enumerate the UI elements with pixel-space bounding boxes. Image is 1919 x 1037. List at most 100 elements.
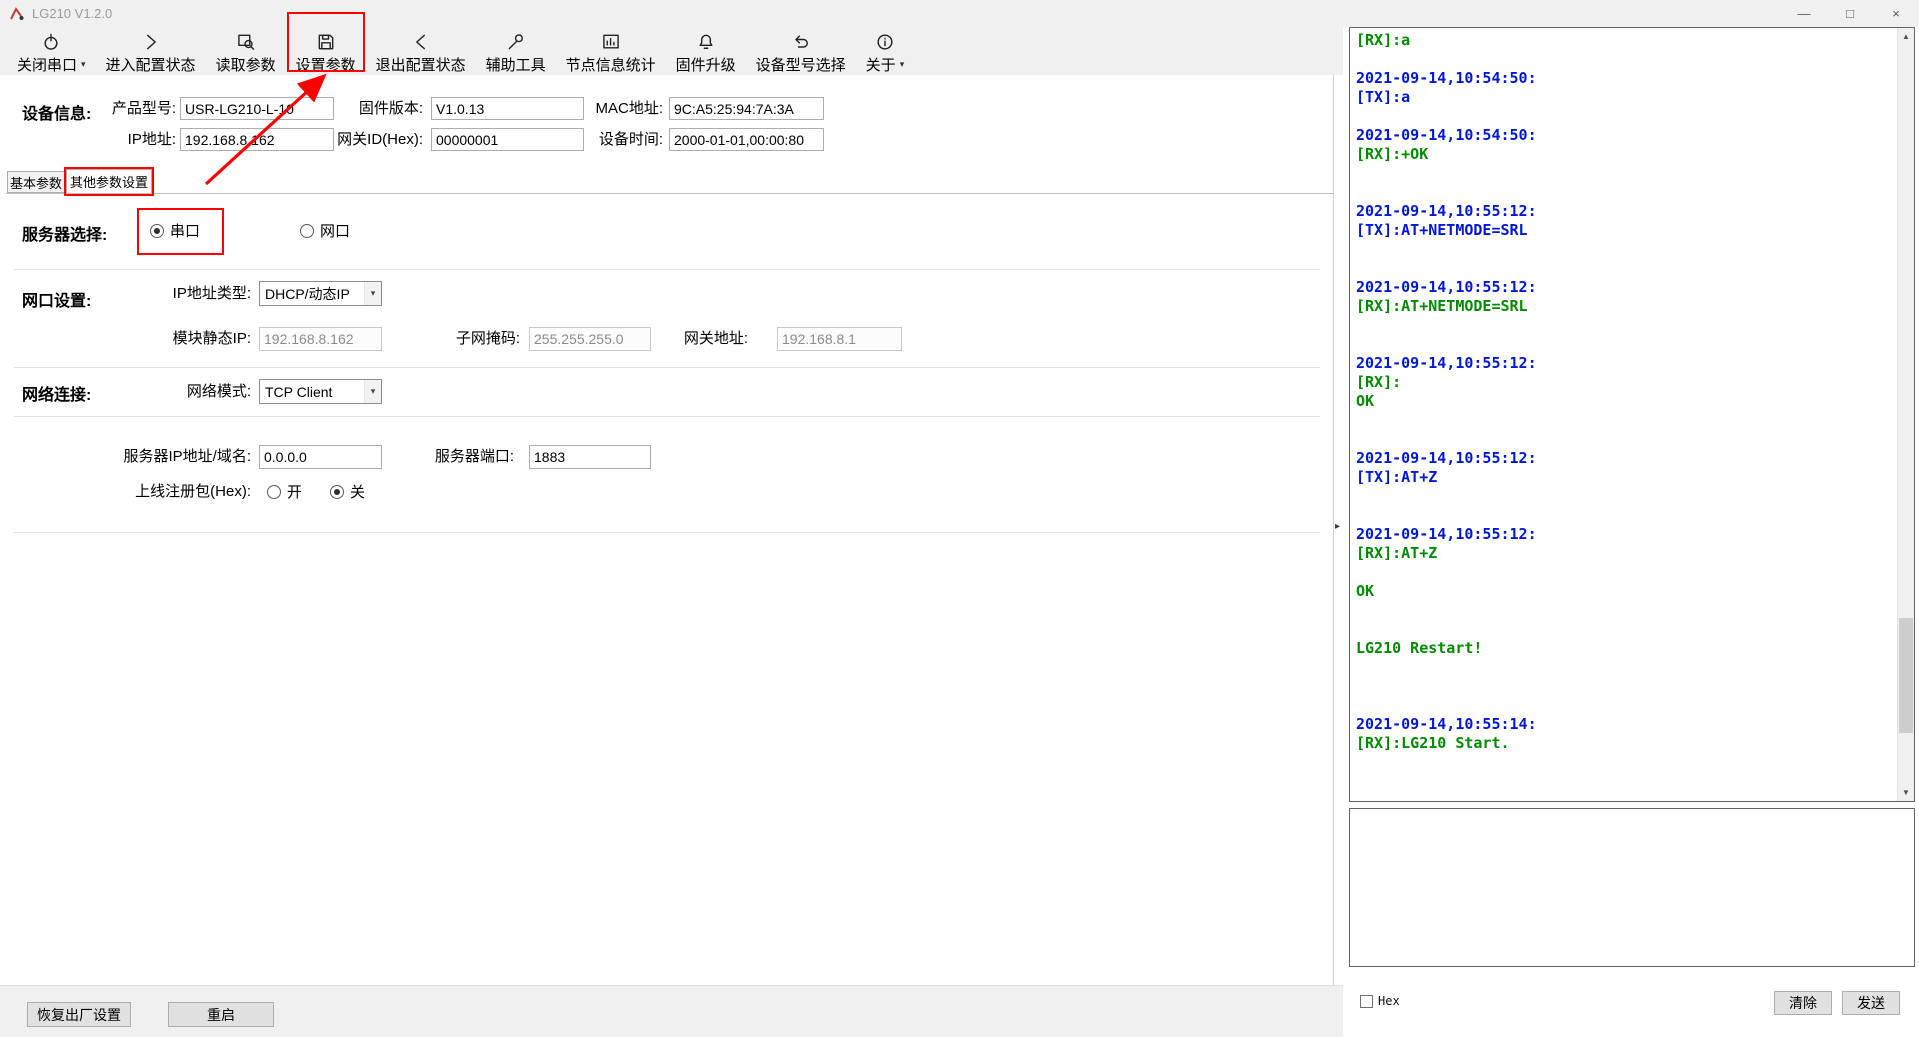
tab-other-params[interactable]: 其他参数设置 [66, 169, 152, 193]
log-line [1356, 601, 1896, 620]
net-mode-label: 网络模式: [141, 379, 251, 404]
radio-reg-off-label: 关 [350, 481, 365, 502]
maximize-button[interactable]: □ [1827, 0, 1873, 27]
radio-reg-off[interactable]: 关 [330, 481, 365, 502]
toolbar-button-label: 读取参数 [216, 54, 276, 75]
log-line: [TX]:AT+NETMODE=SRL [1356, 221, 1896, 240]
send-input[interactable] [1349, 808, 1915, 967]
log-line [1356, 335, 1896, 354]
log-line: 2021-09-14,10:55:14: [1356, 715, 1896, 734]
toolbar-button-label: 设置参数 [296, 54, 356, 75]
firmware-version-label: 固件版本: [313, 97, 423, 120]
log-line: 2021-09-14,10:55:12: [1356, 525, 1896, 544]
gateway-addr-input [777, 327, 902, 351]
close-button[interactable]: × [1873, 0, 1919, 27]
server-port-input[interactable] [529, 445, 651, 469]
subnet-mask-input [529, 327, 651, 351]
log-scrollbar[interactable]: ▲ ▼ [1897, 28, 1914, 801]
log-line [1356, 658, 1896, 677]
toolbar-button-aux-tools[interactable]: 辅助工具 [477, 29, 555, 77]
about-icon [875, 31, 895, 53]
log-line [1356, 411, 1896, 430]
static-ip-label: 模块静态IP: [141, 327, 251, 351]
log-line: [RX]:AT+Z [1356, 544, 1896, 563]
device-time-input[interactable] [669, 128, 824, 151]
ip-type-value: DHCP/动态IP [265, 284, 350, 304]
toolbar-button-read-params[interactable]: 读取参数 [207, 29, 285, 77]
toolbar-button-label: 设备型号选择 [756, 54, 846, 75]
divider [14, 367, 1320, 368]
read-params-icon [236, 31, 256, 53]
chevron-down-icon[interactable]: ▾ [900, 59, 905, 70]
chevron-down-icon[interactable]: ▾ [81, 59, 86, 70]
toolbar-button-label: 退出配置状态 [376, 54, 466, 75]
clear-button[interactable]: 清除 [1774, 991, 1832, 1015]
save-params-icon [316, 31, 336, 53]
enter-config-icon [141, 31, 161, 53]
radio-reg-on[interactable]: 开 [267, 481, 302, 502]
factory-reset-button[interactable]: 恢复出厂设置 [27, 1002, 131, 1027]
radio-circle-icon [330, 485, 344, 499]
toolbar-button-device-model[interactable]: 设备型号选择 [747, 29, 855, 77]
server-port-label: 服务器端口: [404, 445, 514, 469]
toolbar-button-label: 关闭串口 [17, 54, 77, 75]
log-line: [RX]:a [1356, 31, 1896, 50]
toolbar-button-firmware-upgrade[interactable]: 固件升级 [667, 29, 745, 77]
log-line [1356, 107, 1896, 126]
log-line [1356, 259, 1896, 278]
minimize-button[interactable]: — [1781, 0, 1827, 27]
send-button[interactable]: 发送 [1842, 991, 1900, 1015]
gateway-id-label: 网关ID(Hex): [313, 128, 423, 151]
toolbar-button-enter-config[interactable]: 进入配置状态 [97, 29, 205, 77]
server-ip-input[interactable] [259, 445, 382, 469]
radio-serial-label: 串口 [170, 220, 200, 241]
radio-circle-icon [267, 485, 281, 499]
log-line [1356, 620, 1896, 639]
log-line: OK [1356, 392, 1896, 411]
radio-network[interactable]: 网口 [300, 220, 350, 241]
scrollbar-thumb[interactable] [1899, 618, 1913, 733]
log-line: 2021-09-14,10:54:50: [1356, 126, 1896, 145]
tab-other-params-label: 其他参数设置 [70, 172, 148, 191]
scroll-up-icon[interactable]: ▲ [1898, 28, 1914, 45]
restart-button[interactable]: 重启 [168, 1002, 274, 1027]
net-conn-section-label: 网络连接: [22, 381, 91, 405]
log-line: [RX]:AT+NETMODE=SRL [1356, 297, 1896, 316]
divider [14, 532, 1320, 533]
log-line [1356, 50, 1896, 69]
log-line: [TX]:a [1356, 88, 1896, 107]
log-line: LG210 Restart! [1356, 639, 1896, 658]
radio-serial[interactable]: 串口 [150, 220, 200, 241]
log-line: 2021-09-14,10:55:12: [1356, 202, 1896, 221]
firmware-upgrade-icon [696, 31, 716, 53]
toolbar-button-node-stats[interactable]: 节点信息统计 [557, 29, 665, 77]
server-ip-label: 服务器IP地址/域名: [91, 445, 251, 469]
scroll-down-icon[interactable]: ▼ [1898, 784, 1914, 801]
net-mode-select[interactable]: TCP Client ▾ [259, 379, 382, 404]
divider [6, 193, 1334, 194]
hex-checkbox[interactable] [1360, 995, 1373, 1008]
tab-basic-params[interactable]: 基本参数 [7, 171, 65, 193]
mac-address-input[interactable] [669, 97, 824, 120]
chevron-down-icon: ▾ [364, 380, 381, 403]
log-line: 2021-09-14,10:55:12: [1356, 449, 1896, 468]
toolbar-button-set-params[interactable]: 设置参数 [287, 29, 365, 77]
ip-address-input[interactable] [180, 128, 334, 151]
log-line [1356, 677, 1896, 696]
toolbar-button-exit-config[interactable]: 退出配置状态 [367, 29, 475, 77]
log-line: 2021-09-14,10:54:50: [1356, 69, 1896, 88]
hex-checkbox-row: Hex [1360, 994, 1400, 1008]
radio-reg-on-label: 开 [287, 481, 302, 502]
toolbar-button-close-serial[interactable]: 关闭串口 ▾ [8, 29, 95, 77]
window-title: LG210 V1.2.0 [32, 6, 112, 21]
radio-circle-icon [150, 224, 164, 238]
log-line: [RX]: [1356, 373, 1896, 392]
subnet-mask-label: 子网掩码: [410, 327, 520, 351]
log-output[interactable]: [RX]:a 2021-09-14,10:54:50:[TX]:a 2021-0… [1351, 29, 1896, 800]
product-model-label: 产品型号: [66, 97, 176, 120]
log-line [1356, 563, 1896, 582]
radio-circle-icon [300, 224, 314, 238]
product-model-input[interactable] [180, 97, 334, 120]
toolbar-button-about[interactable]: 关于▾ [857, 29, 914, 77]
ip-type-select[interactable]: DHCP/动态IP ▾ [259, 281, 382, 306]
